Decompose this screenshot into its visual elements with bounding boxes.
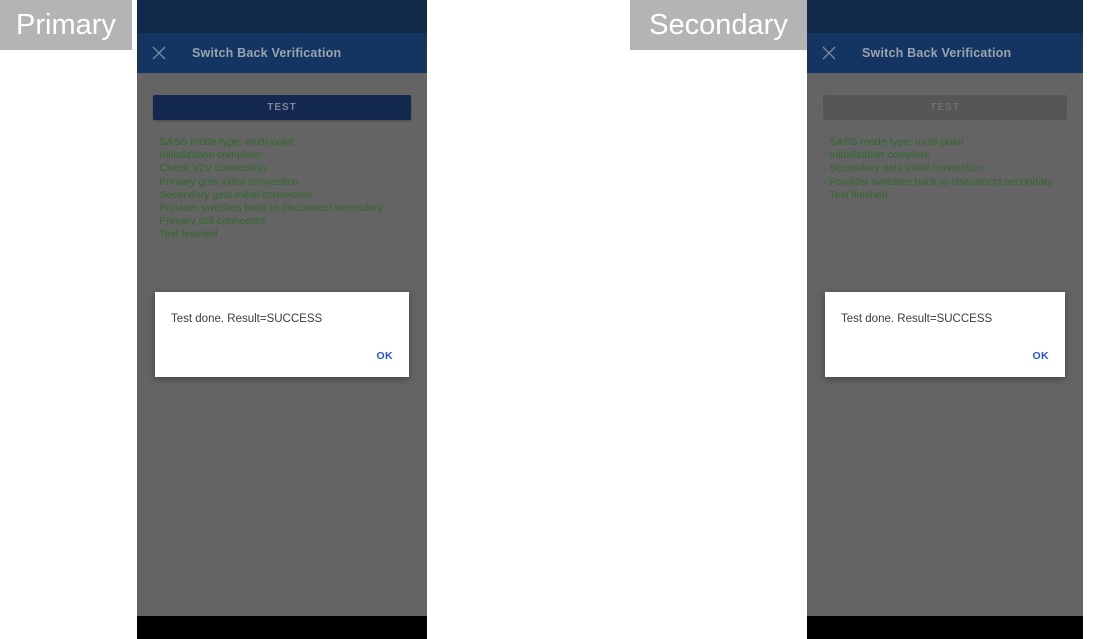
alert-dialog: Test done. Result=SUCCESS OK <box>825 292 1065 377</box>
ok-button[interactable]: OK <box>376 350 393 362</box>
log-line: - Primary still connected. <box>153 215 268 228</box>
log-line: - Test finished <box>153 228 218 241</box>
test-button[interactable]: TEST <box>153 95 411 120</box>
phone-panel-secondary: Switch Back Verification TEST - SASS mod… <box>807 0 1083 639</box>
log-line: - Secondary gets initial connection <box>823 162 983 175</box>
app-bar: Switch Back Verification <box>807 33 1083 73</box>
dialog-actions: OK <box>1032 346 1049 364</box>
dialog-message: Test done. Result=SUCCESS <box>841 313 993 325</box>
app-bar-title: Switch Back Verification <box>192 46 342 60</box>
log-line: - Provider switches back to disconnect s… <box>823 175 1053 188</box>
alert-dialog: Test done. Result=SUCCESS OK <box>155 292 409 377</box>
dialog-actions: OK <box>376 346 393 364</box>
log-output: - SASS mode type: multi-point - Initiali… <box>823 136 1075 202</box>
test-button: TEST <box>823 95 1067 120</box>
navigation-bar <box>137 616 427 639</box>
log-line: - Provider switches back to disconnect s… <box>153 202 383 215</box>
log-line: - Test finished <box>823 188 888 201</box>
dialog-message: Test done. Result=SUCCESS <box>171 313 323 325</box>
alert-dialog-wrapper: Test done. Result=SUCCESS OK <box>155 292 409 377</box>
role-label-secondary: Secondary <box>630 0 807 50</box>
log-line: - Primary gets initial connection <box>153 175 299 188</box>
log-line: - Secondary gets initial connection <box>153 188 313 201</box>
status-bar <box>137 0 427 33</box>
app-bar-title: Switch Back Verification <box>862 46 1012 60</box>
ok-button[interactable]: OK <box>1032 350 1049 362</box>
close-icon[interactable] <box>821 45 837 61</box>
app-bar: Switch Back Verification <box>137 33 427 73</box>
navigation-bar <box>807 616 1083 639</box>
log-output: - SASS mode type: multi-point - Initiali… <box>153 136 419 242</box>
screen-content: TEST - SASS mode type: multi-point - Ini… <box>807 73 1083 616</box>
screen-content: TEST - SASS mode type: multi-point - Ini… <box>137 73 427 616</box>
log-line: - SASS mode type: multi-point <box>823 136 964 148</box>
log-line: - Check V2V connection. <box>153 162 269 175</box>
close-icon[interactable] <box>151 45 167 61</box>
status-bar <box>807 0 1083 33</box>
role-label-primary: Primary <box>0 0 132 50</box>
log-line: - SASS mode type: multi-point <box>153 136 294 148</box>
alert-dialog-wrapper: Test done. Result=SUCCESS OK <box>825 292 1065 377</box>
log-line: - Initialization complete <box>823 149 930 162</box>
log-line: - Initialization complete <box>153 149 260 162</box>
phone-panel-primary: Switch Back Verification TEST - SASS mod… <box>137 0 427 639</box>
